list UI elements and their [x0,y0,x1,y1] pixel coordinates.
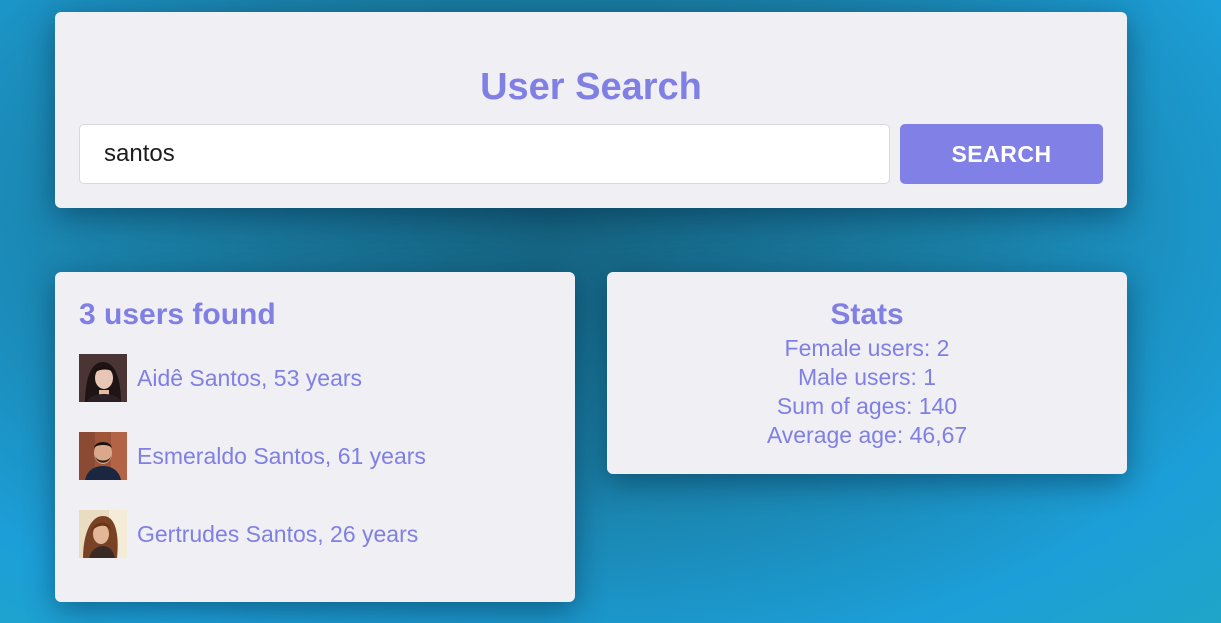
search-input[interactable] [80,125,889,183]
avatar [79,510,127,558]
stats-list: Female users: 2 Male users: 1 Sum of age… [607,334,1127,450]
stats-card: Stats Female users: 2 Male users: 1 Sum … [607,272,1127,474]
sum-of-ages-stat: Sum of ages: 140 [776,393,958,419]
user-name: Esmeraldo Santos, 61 years [137,442,426,469]
avatar [79,354,127,402]
user-list: Aidê Santos, 53 years Esmeraldo Santos, … [79,354,426,588]
stats-title: Stats [830,298,904,331]
results-count-title: 3 users found [79,298,276,331]
user-name: Aidê Santos, 53 years [137,364,363,391]
search-input-wrapper [79,124,890,184]
list-item: Esmeraldo Santos, 61 years [79,432,426,480]
average-age-stat: Average age: 46,67 [766,422,968,448]
female-users-stat: Female users: 2 [784,335,950,361]
page-title: User Search [480,66,702,108]
avatar [79,432,127,480]
user-name: Gertrudes Santos, 26 years [137,520,419,547]
list-item: Gertrudes Santos, 26 years [79,510,426,558]
results-card: 3 users found Aidê Santos, 53 years Esme… [55,272,575,602]
list-item: Aidê Santos, 53 years [79,354,426,402]
search-card: User Search SEARCH [55,12,1127,208]
search-button[interactable]: SEARCH [900,124,1103,184]
male-users-stat: Male users: 1 [797,364,937,390]
